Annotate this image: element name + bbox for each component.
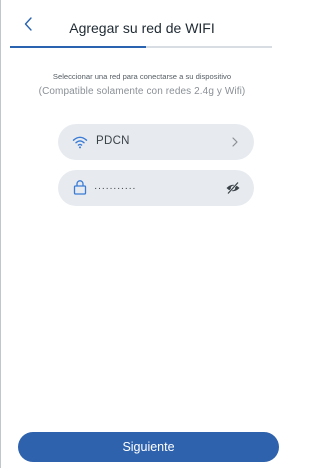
page-title: Agregar su red de WIFI (69, 20, 215, 36)
compatibility-note: (Compatible solamente con redes 2.4g y W… (38, 86, 246, 97)
screen-edge-divider (0, 0, 1, 468)
wifi-icon (72, 136, 88, 149)
header: Agregar su red de WIFI (0, 0, 284, 48)
eye-slash-icon (226, 181, 240, 195)
network-selector[interactable]: PDCN (58, 124, 254, 160)
next-button[interactable]: Siguiente (18, 432, 279, 462)
progress-bar-fill (10, 46, 147, 48)
password-field (58, 170, 254, 206)
progress-bar (10, 46, 272, 48)
toggle-password-visibility[interactable] (225, 180, 241, 196)
lock-icon (73, 180, 87, 195)
password-input[interactable] (94, 178, 214, 198)
network-name: PDCN (96, 135, 130, 147)
chevron-right-icon (232, 137, 238, 147)
wifi-setup-screen: Agregar su red de WIFI Seleccionar una r… (0, 0, 284, 468)
instructions-text: Seleccionar una red para conectarse a su… (52, 72, 232, 81)
